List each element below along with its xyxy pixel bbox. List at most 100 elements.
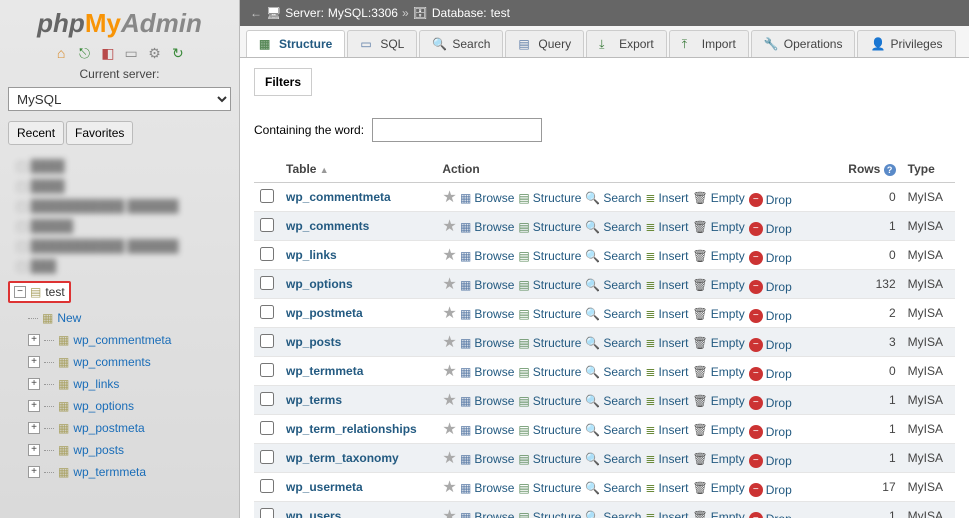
favorite-star-icon[interactable]: ★ bbox=[442, 218, 456, 235]
action-structure[interactable]: ▤Structure bbox=[518, 481, 581, 495]
tab-privileges[interactable]: 👤Privileges bbox=[857, 30, 955, 57]
row-checkbox[interactable] bbox=[260, 247, 274, 261]
action-browse[interactable]: ▦Browse bbox=[460, 481, 514, 495]
bc-db-value[interactable]: test bbox=[491, 6, 510, 20]
table-name-link[interactable]: wp_users bbox=[286, 509, 341, 518]
expand-icon[interactable]: + bbox=[28, 400, 40, 412]
action-empty[interactable]: 🗑Empty bbox=[692, 278, 744, 292]
action-search[interactable]: 🔍Search bbox=[585, 365, 641, 379]
col-table[interactable]: Table ▲ bbox=[280, 156, 436, 183]
action-drop[interactable]: −Drop bbox=[749, 396, 792, 410]
filter-input[interactable] bbox=[372, 118, 542, 142]
tree-table-item[interactable]: +▦ wp_commentmeta bbox=[28, 329, 231, 351]
action-insert[interactable]: ≣Insert bbox=[645, 423, 688, 437]
tree-table-label[interactable]: wp_comments bbox=[73, 355, 150, 369]
action-browse[interactable]: ▦Browse bbox=[460, 249, 514, 263]
table-name-link[interactable]: wp_posts bbox=[286, 335, 341, 349]
action-browse[interactable]: ▦Browse bbox=[460, 336, 514, 350]
col-type[interactable]: Type bbox=[902, 156, 955, 183]
tree-db-test[interactable]: − ▤ test bbox=[8, 281, 71, 303]
action-empty[interactable]: 🗑Empty bbox=[692, 249, 744, 263]
server-select[interactable]: MySQL bbox=[8, 87, 231, 111]
action-search[interactable]: 🔍Search bbox=[585, 249, 641, 263]
action-structure[interactable]: ▤Structure bbox=[518, 191, 581, 205]
action-search[interactable]: 🔍Search bbox=[585, 423, 641, 437]
action-insert[interactable]: ≣Insert bbox=[645, 249, 688, 263]
action-structure[interactable]: ▤Structure bbox=[518, 423, 581, 437]
action-search[interactable]: 🔍Search bbox=[585, 452, 641, 466]
favorite-star-icon[interactable]: ★ bbox=[442, 247, 456, 264]
action-structure[interactable]: ▤Structure bbox=[518, 220, 581, 234]
expand-icon[interactable]: + bbox=[28, 466, 40, 478]
collapse-icon[interactable]: − bbox=[14, 286, 26, 298]
tree-table-label[interactable]: wp_links bbox=[73, 377, 119, 391]
tree-table-item[interactable]: +▦ wp_postmeta bbox=[28, 417, 231, 439]
tab-sql[interactable]: ▭SQL bbox=[347, 30, 417, 57]
action-structure[interactable]: ▤Structure bbox=[518, 452, 581, 466]
expand-icon[interactable]: + bbox=[28, 444, 40, 456]
action-empty[interactable]: 🗑Empty bbox=[692, 336, 744, 350]
action-browse[interactable]: ▦Browse bbox=[460, 423, 514, 437]
help-icon[interactable]: ? bbox=[884, 164, 896, 176]
action-drop[interactable]: −Drop bbox=[749, 251, 792, 265]
row-checkbox[interactable] bbox=[260, 450, 274, 464]
action-search[interactable]: 🔍Search bbox=[585, 191, 641, 205]
action-drop[interactable]: −Drop bbox=[749, 454, 792, 468]
action-empty[interactable]: 🗑Empty bbox=[692, 452, 744, 466]
action-browse[interactable]: ▦Browse bbox=[460, 452, 514, 466]
row-checkbox[interactable] bbox=[260, 276, 274, 290]
tab-export[interactable]: ⤓Export bbox=[586, 30, 667, 57]
action-empty[interactable]: 🗑Empty bbox=[692, 423, 744, 437]
action-browse[interactable]: ▦Browse bbox=[460, 394, 514, 408]
expand-icon[interactable]: + bbox=[28, 422, 40, 434]
tree-table-item[interactable]: +▦ wp_comments bbox=[28, 351, 231, 373]
table-name-link[interactable]: wp_postmeta bbox=[286, 306, 363, 320]
action-browse[interactable]: ▦Browse bbox=[460, 191, 514, 205]
tab-operations[interactable]: 🔧Operations bbox=[751, 30, 856, 57]
action-browse[interactable]: ▦Browse bbox=[460, 365, 514, 379]
action-browse[interactable]: ▦Browse bbox=[460, 307, 514, 321]
home-icon[interactable]: ⌂ bbox=[53, 45, 69, 61]
row-checkbox[interactable] bbox=[260, 218, 274, 232]
action-insert[interactable]: ≣Insert bbox=[645, 394, 688, 408]
table-name-link[interactable]: wp_termmeta bbox=[286, 364, 363, 378]
action-search[interactable]: 🔍Search bbox=[585, 278, 641, 292]
row-checkbox[interactable] bbox=[260, 508, 274, 518]
action-structure[interactable]: ▤Structure bbox=[518, 394, 581, 408]
action-search[interactable]: 🔍Search bbox=[585, 481, 641, 495]
action-empty[interactable]: 🗑Empty bbox=[692, 191, 744, 205]
action-empty[interactable]: 🗑Empty bbox=[692, 481, 744, 495]
settings-icon[interactable]: ⚙ bbox=[147, 45, 163, 61]
action-structure[interactable]: ▤Structure bbox=[518, 510, 581, 518]
favorite-star-icon[interactable]: ★ bbox=[442, 363, 456, 380]
action-insert[interactable]: ≣Insert bbox=[645, 191, 688, 205]
action-structure[interactable]: ▤Structure bbox=[518, 365, 581, 379]
action-drop[interactable]: −Drop bbox=[749, 512, 792, 518]
favorite-star-icon[interactable]: ★ bbox=[442, 450, 456, 467]
logo[interactable]: phpMyAdmin bbox=[8, 8, 231, 39]
side-tab-recent[interactable]: Recent bbox=[8, 121, 64, 145]
action-structure[interactable]: ▤Structure bbox=[518, 249, 581, 263]
tab-query[interactable]: ▤Query bbox=[505, 30, 584, 57]
reload-icon[interactable]: ↻ bbox=[170, 45, 186, 61]
action-structure[interactable]: ▤Structure bbox=[518, 336, 581, 350]
table-name-link[interactable]: wp_term_taxonomy bbox=[286, 451, 399, 465]
tab-import[interactable]: ⤒Import bbox=[669, 30, 749, 57]
tab-search[interactable]: 🔍Search bbox=[419, 30, 503, 57]
action-drop[interactable]: −Drop bbox=[749, 222, 792, 236]
table-name-link[interactable]: wp_terms bbox=[286, 393, 342, 407]
docs-icon[interactable]: ◧ bbox=[100, 45, 116, 61]
action-search[interactable]: 🔍Search bbox=[585, 510, 641, 518]
tree-table-label[interactable]: wp_postmeta bbox=[73, 421, 144, 435]
action-insert[interactable]: ≣Insert bbox=[645, 365, 688, 379]
tab-structure[interactable]: ▦Structure bbox=[246, 30, 345, 57]
panel-collapse-icon[interactable]: ← bbox=[250, 6, 262, 20]
favorite-star-icon[interactable]: ★ bbox=[442, 276, 456, 293]
tree-table-item[interactable]: +▦ wp_termmeta bbox=[28, 461, 231, 483]
expand-icon[interactable]: + bbox=[28, 378, 40, 390]
tree-table-item[interactable]: +▦ wp_options bbox=[28, 395, 231, 417]
action-insert[interactable]: ≣Insert bbox=[645, 452, 688, 466]
favorite-star-icon[interactable]: ★ bbox=[442, 508, 456, 518]
action-drop[interactable]: −Drop bbox=[749, 367, 792, 381]
tree-table-label[interactable]: wp_termmeta bbox=[73, 465, 146, 479]
